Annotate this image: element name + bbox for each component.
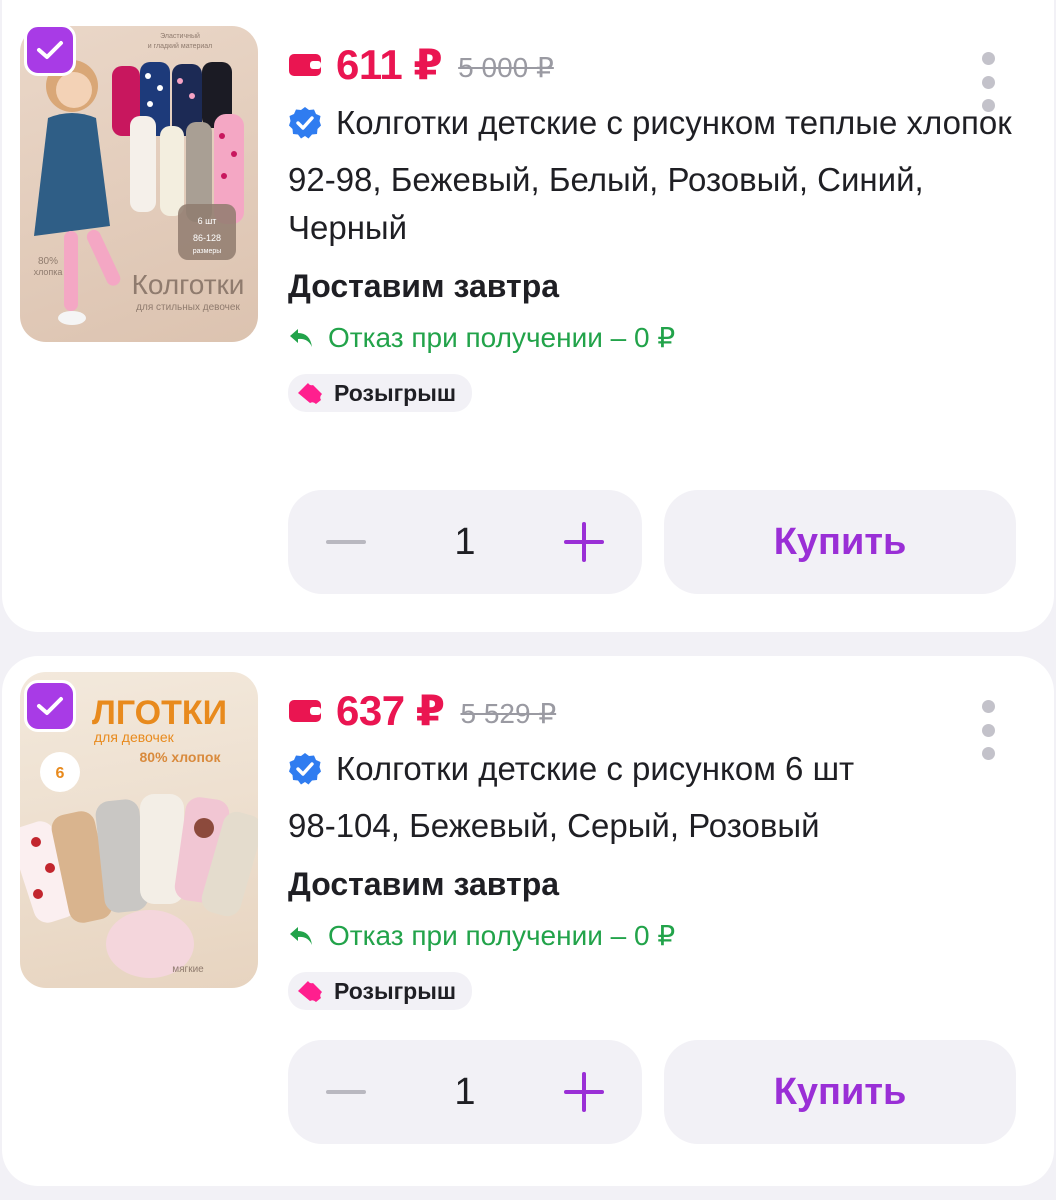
quantity-value: 1 [454,520,476,563]
promo-badge-label: Розыгрыш [334,379,457,406]
promo-badge[interactable]: Розыгрыш [288,374,473,412]
price-row: 611 ₽ 5 000 ₽ [288,38,1014,90]
promo-badge[interactable]: Розыгрыш [288,972,473,1010]
checkbox-checked-icon[interactable] [24,680,76,732]
svg-text:и гладкий материал: и гладкий материал [148,42,213,50]
wallet-icon [289,700,321,722]
wallet-icon [289,54,321,76]
svg-text:Колготки: Колготки [132,269,245,300]
ticket-icon [298,383,322,404]
minus-icon[interactable] [326,540,366,544]
svg-text:ЛГОТКИ: ЛГОТКИ [92,694,227,732]
checkbox-checked-icon[interactable] [24,24,76,76]
quantity-value: 1 [454,1070,476,1113]
more-vertical-icon[interactable] [978,700,998,760]
product-info: 611 ₽ 5 000 ₽ Колготки детские с рисунко… [288,38,1014,412]
card-actions: 1 Купить [288,490,1016,594]
delivery-info: Доставим завтра [288,866,560,902]
svg-text:6 шт: 6 шт [198,216,217,226]
verified-icon [289,753,321,785]
plus-icon[interactable] [563,1072,604,1112]
svg-text:80% хлопок: 80% хлопок [140,749,222,765]
svg-text:86-128: 86-128 [193,233,221,243]
old-price: 5 529 ₽ [460,697,557,729]
svg-text:Эластичный: Эластичный [160,32,200,40]
buy-button[interactable]: Купить [664,1040,1016,1144]
product-variants: 98-104, Бежевый, Серый, Розовый [288,807,820,844]
refusal-info: Отказ при получении – 0 ₽ [288,318,1014,358]
title-row[interactable]: Колготки детские с рисунком 6 шт [288,744,1014,794]
product-card[interactable]: 6 шт 86-128 размеры 80% хлопка Эластичны… [2,0,1054,632]
title-row[interactable]: Колготки детские с рисунком теплые хлопо… [288,98,1014,148]
svg-text:80%: 80% [38,256,58,267]
ticket-icon [298,981,322,1002]
old-price: 5 000 ₽ [458,51,554,83]
card-actions: 1 Купить [288,1040,1016,1144]
current-price: 611 ₽ [336,40,443,88]
refusal-text: Отказ при получении – 0 ₽ [328,920,676,951]
product-title[interactable]: Колготки детские с рисунком 6 шт [336,744,854,794]
promo-badge-label: Розыгрыш [334,977,457,1004]
plus-icon[interactable] [563,522,604,562]
svg-text:для девочек: для девочек [94,729,175,745]
return-arrow-icon [290,329,312,347]
refusal-text: Отказ при получении – 0 ₽ [328,322,676,353]
refusal-info: Отказ при получении – 0 ₽ [288,916,1014,956]
svg-text:хлопка: хлопка [34,267,63,277]
price-row: 637 ₽ 5 529 ₽ [288,684,1014,736]
return-arrow-icon [290,927,312,945]
product-title[interactable]: Колготки детские с рисунком теплые хлопо… [336,98,1012,148]
delivery-info: Доставим завтра [288,268,560,304]
svg-text:для стильных девочек: для стильных девочек [136,302,240,313]
current-price: 637 ₽ [336,686,445,734]
quantity-stepper[interactable]: 1 [288,490,642,594]
svg-text:размеры: размеры [193,248,222,255]
more-vertical-icon[interactable] [978,52,998,112]
buy-button[interactable]: Купить [664,490,1016,594]
svg-text:мягкие: мягкие [172,964,204,975]
quantity-stepper[interactable]: 1 [288,1040,642,1144]
product-variants: 92-98, Бежевый, Белый, Розовый, Синий, Ч… [288,161,924,246]
minus-icon[interactable] [326,1090,366,1094]
product-card[interactable]: ЛГОТКИ для девочек 80% хлопок 6 мягкие 6… [2,656,1054,1186]
product-info: 637 ₽ 5 529 ₽ Колготки детские с рисунко… [288,684,1014,1010]
svg-text:6: 6 [56,765,65,782]
verified-icon [289,107,321,139]
